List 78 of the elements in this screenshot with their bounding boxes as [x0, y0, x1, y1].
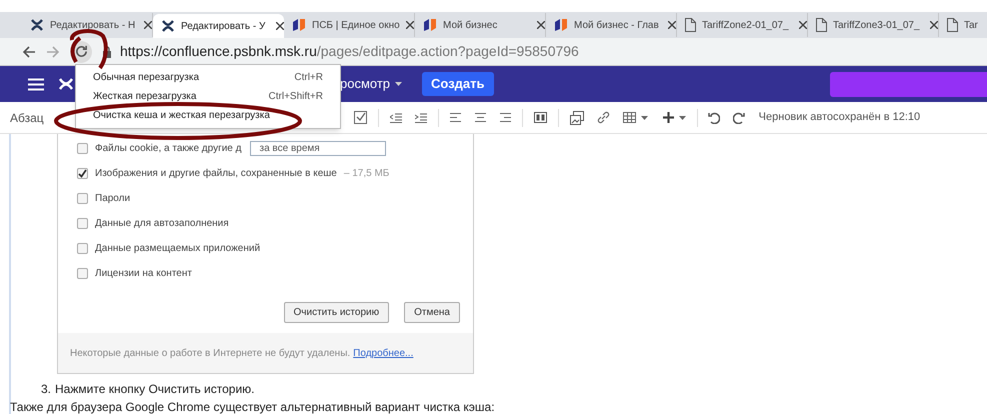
option-label: Данные для автозаполнения	[95, 217, 229, 231]
browser-tab[interactable]: ПСБ | Единое окно	[284, 13, 415, 37]
step-text: Нажмите кнопку Очистить историю.	[55, 381, 254, 398]
bank-logo-icon	[554, 18, 568, 32]
browser-tab[interactable]: Tar	[939, 13, 987, 37]
checkbox[interactable]	[77, 143, 88, 154]
option-label: Изображения и другие файлы, сохраненные в кеше	[95, 167, 337, 181]
tab-title: Редактировать - Н	[50, 18, 136, 32]
document-icon	[816, 18, 827, 32]
caret-icon[interactable]	[640, 116, 648, 120]
browser-tab[interactable]: TariffZone3-01_07_	[808, 13, 939, 37]
cache-size: – 17,5 МБ	[344, 167, 390, 181]
footer-note: Некоторые данные о работе в Интернете не будут удалены.	[70, 346, 350, 360]
create-button[interactable]: Создать	[422, 72, 494, 96]
dialog-button[interactable]: Очистить историю	[284, 302, 390, 323]
bank-logo-icon	[292, 18, 306, 32]
view-menu[interactable]: росмотр	[340, 74, 390, 94]
redo-icon[interactable]	[732, 112, 745, 124]
close-icon[interactable]	[930, 21, 938, 29]
checkbox[interactable]	[77, 168, 88, 179]
close-icon[interactable]	[537, 21, 545, 29]
menu-icon[interactable]	[28, 78, 44, 90]
tab-title: Мой бизнес - Глав	[574, 18, 660, 32]
option-label: Пароли	[95, 192, 130, 206]
browser-tab[interactable]: TariffZone2-01_07_	[677, 13, 808, 37]
close-icon[interactable]	[799, 21, 807, 29]
close-icon[interactable]	[668, 21, 676, 29]
time-range-field[interactable]: за все время	[250, 141, 386, 156]
option-label: Файлы cookie, а также другие д	[95, 142, 242, 156]
link-icon[interactable]	[596, 111, 610, 124]
checkbox[interactable]	[77, 268, 88, 279]
option-label: Лицензии на контент	[95, 267, 192, 281]
browser-tab[interactable]: Мой бизнес	[415, 13, 546, 37]
step-number: 3.	[41, 381, 52, 398]
browser-tab[interactable]: Мой бизнес - Глав	[546, 13, 677, 37]
close-icon[interactable]	[144, 21, 152, 29]
checkbox[interactable]	[77, 193, 88, 204]
scissors-logo-icon	[161, 19, 175, 33]
indent-icon[interactable]	[414, 112, 427, 122]
autosave-status: Черновик автосохранён в 12:10	[758, 110, 920, 126]
menu-item[interactable]: Очистка кеша и жесткая перезагрузка	[76, 106, 340, 125]
checkbox[interactable]	[77, 243, 88, 254]
close-icon[interactable]	[276, 22, 284, 30]
document-icon	[947, 18, 958, 32]
document-icon	[685, 18, 696, 32]
scissors-logo-icon	[30, 18, 44, 32]
dialog-button[interactable]: Отмена	[404, 302, 460, 323]
tab-title: Редактировать - У	[181, 20, 266, 34]
menu-item[interactable]: Жесткая перезагрузка Ctrl+Shift+R	[76, 87, 340, 106]
checkbox-icon[interactable]	[354, 111, 367, 124]
table-icon[interactable]	[622, 112, 636, 123]
plus-icon[interactable]	[662, 112, 674, 123]
align-right-icon[interactable]	[500, 113, 511, 122]
tab-title: Tar	[964, 18, 979, 32]
tab-title: ПСБ | Единое окно	[312, 18, 400, 32]
paragraph-style-dropdown[interactable]: Абзац	[10, 108, 44, 126]
more-link[interactable]: Подробнее...	[353, 346, 414, 360]
logo-icon[interactable]	[58, 76, 74, 92]
bank-logo-icon	[423, 18, 437, 32]
browser-tab[interactable]: Редактировать - У	[153, 14, 284, 38]
caret-icon	[395, 82, 402, 86]
menu-item[interactable]: Обычная перезагрузка Ctrl+R	[76, 68, 340, 87]
undo-icon[interactable]	[708, 112, 720, 124]
tab-title: TariffZone3-01_07_	[833, 18, 921, 32]
outdent-icon[interactable]	[390, 112, 402, 122]
align-left-icon[interactable]	[450, 113, 461, 122]
option-label: Данные размещаемых приложений	[95, 242, 260, 256]
align-center-icon[interactable]	[474, 113, 486, 122]
tab-title: TariffZone2-01_07_	[702, 18, 790, 32]
tab-title: Мой бизнес	[443, 18, 498, 32]
columns-icon[interactable]	[534, 112, 547, 123]
close-icon[interactable]	[406, 21, 414, 29]
caret-icon[interactable]	[678, 116, 686, 120]
body-paragraph: Также для браузера Google Chrome существует альтернативный вариант чистка кэша:	[10, 400, 495, 414]
back-icon[interactable]	[22, 44, 36, 58]
reload-icon	[74, 45, 88, 58]
image-icon[interactable]	[570, 110, 584, 124]
checkbox[interactable]	[77, 218, 88, 229]
